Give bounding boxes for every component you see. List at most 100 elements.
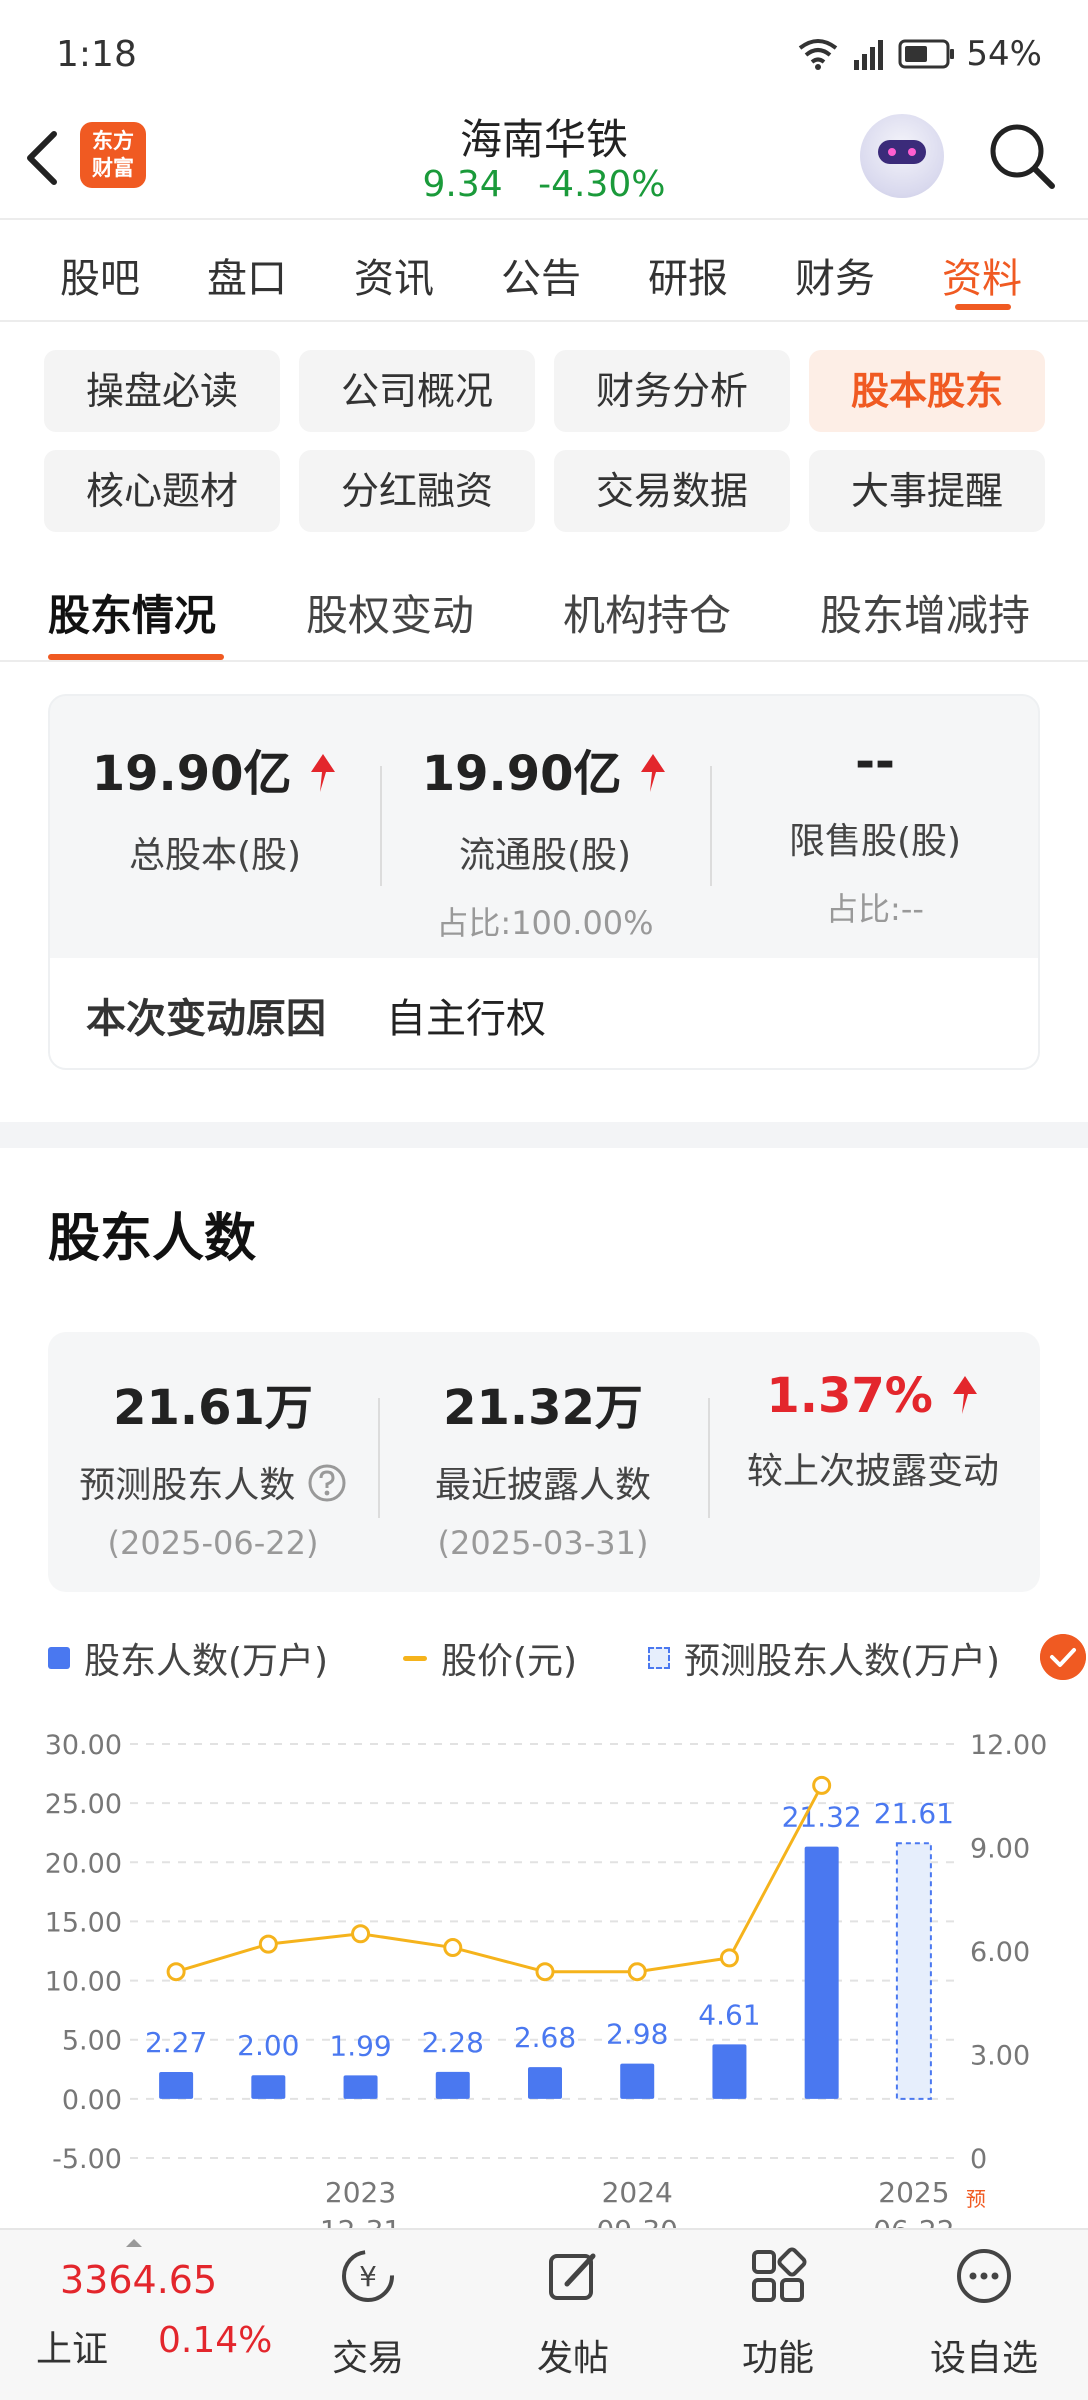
legend-holders-label: 股东人数(万户) (84, 1641, 329, 1682)
search-icon[interactable] (986, 120, 1058, 192)
tab-news[interactable]: 资讯 (354, 246, 434, 304)
circulating-value-row: 19.90亿 (380, 734, 710, 804)
bar-holders (251, 2075, 286, 2099)
checkmark-icon[interactable] (1040, 1634, 1086, 1680)
bar-value-label: 2.28 (422, 2026, 484, 2059)
chip-trading-data[interactable]: 交易数据 (554, 450, 790, 532)
price-point (443, 1938, 463, 1958)
grid-icon (752, 2247, 807, 2302)
y-tick-left: 10.00 (45, 1967, 122, 1998)
x-tick-year: 2025 (878, 2176, 949, 2209)
chip-company-overview[interactable]: 公司概况 (299, 350, 535, 432)
wifi-icon (799, 39, 838, 70)
tab-guba[interactable]: 股吧 (60, 246, 140, 304)
x-tick-year: 2024 (602, 2176, 673, 2209)
total-shares-stat: 19.90亿 总股本(股) (50, 734, 380, 878)
tab-pankou[interactable]: 盘口 (207, 246, 287, 304)
y-tick-right: 3.00 (970, 2041, 1030, 2072)
nav-trade[interactable]: ¥ 交易 (298, 2246, 438, 2381)
nav-functions[interactable]: 功能 (708, 2246, 848, 2381)
chip-must-read[interactable]: 操盘必读 (44, 350, 280, 432)
stock-price: 9.34 (422, 164, 503, 205)
bar-holders (804, 1846, 839, 2099)
svg-text:¥: ¥ (359, 2260, 377, 2293)
edit-icon (549, 2253, 596, 2300)
index-name[interactable]: 上证 (36, 2320, 108, 2372)
legend-holders[interactable]: 股东人数(万户) (48, 1632, 328, 1684)
holder-count-card: 21.61万 预测股东人数 (2025-06-22) 21.32万 最近披露人数… (48, 1332, 1040, 1592)
nav-post[interactable]: 发帖 (503, 2246, 643, 2381)
bar-value-label: 1.99 (329, 2029, 391, 2062)
price-point (166, 1962, 186, 1982)
more-icon (957, 2249, 1011, 2303)
subtab-equity-changes[interactable]: 股权变动 (306, 582, 474, 643)
holders-chart: 30.00 25.00 20.00 15.00 10.00 5.00 0.00 -5.00 12… (45, 1730, 1048, 2242)
legend-forecast[interactable]: 预测股东人数(万户) (648, 1632, 1000, 1684)
index-change[interactable]: 0.14% (158, 2320, 272, 2361)
status-bar: 1:18 54% (0, 0, 1088, 110)
change-reason-label: 本次变动原因 (86, 996, 326, 1042)
section-separator (0, 1122, 1088, 1148)
circulating-ratio: 占比:100.00% (436, 904, 654, 942)
index-value[interactable]: 3364.65 (60, 2258, 217, 2302)
status-right: 54% (798, 34, 1042, 74)
forecast-holders-date: (2025-06-22) (107, 1524, 319, 1562)
forecast-holders-label: 预测股东人数 (79, 1465, 296, 1506)
forecast-holders-value: 21.61万 (113, 1380, 313, 1436)
subtab-shareholders[interactable]: 股东情况 (48, 582, 216, 643)
subtab-institutional-holdings[interactable]: 机构持仓 (563, 582, 731, 643)
price-point (812, 1775, 832, 1795)
y-tick-right: 9.00 (970, 1834, 1030, 1865)
legend-line-swatch (403, 1655, 427, 1661)
subtab-holding-changes[interactable]: 股东增减持 (820, 582, 1030, 643)
bar-value-label: 2.00 (237, 2029, 299, 2062)
latest-holders-stat: 21.32万 最近披露人数 (2025-03-31) (378, 1368, 708, 1562)
assistant-robot-icon[interactable] (860, 114, 944, 198)
nav-functions-label: 功能 (741, 2338, 814, 2379)
y-tick-right: 6.00 (970, 1937, 1030, 1968)
trade-icon: ¥ (342, 2250, 394, 2302)
y-tick-left: 20.00 (45, 1848, 122, 1879)
tab-announcements[interactable]: 公告 (501, 246, 581, 304)
bar-value-label: 2.68 (514, 2021, 576, 2054)
price-point (258, 1934, 278, 1954)
forecast-holders-label-row: 预测股东人数 (48, 1456, 378, 1508)
bar-holders (620, 2063, 655, 2099)
restricted-shares-stat: -- 限售股(股) 占比:-- (710, 734, 1038, 930)
legend-dashed-swatch (648, 1647, 670, 1669)
nav-add-watchlist-label: 设自选 (929, 2338, 1038, 2379)
chip-major-events[interactable]: 大事提醒 (809, 450, 1045, 532)
tab-finance[interactable]: 财务 (795, 246, 875, 304)
circulating-shares-value: 19.90亿 (421, 746, 622, 802)
x-tick-year: 2023 (325, 2176, 396, 2209)
section-title: 股东人数 (48, 1209, 257, 1269)
restricted-shares-label: 限售股(股) (788, 821, 962, 862)
bar-value-label: 21.32 (782, 1801, 862, 1834)
help-icon[interactable] (307, 1463, 347, 1503)
bar-holders (435, 2071, 470, 2099)
forecast-holders-stat: 21.61万 预测股东人数 (2025-06-22) (48, 1368, 378, 1562)
total-shares-label: 总股本(股) (128, 835, 302, 876)
y-tick-left: 25.00 (45, 1789, 122, 1820)
tab-profile[interactable]: 资料 (942, 246, 1022, 304)
header-divider (0, 218, 1088, 220)
battery-percent: 54% (966, 34, 1042, 74)
legend-price[interactable]: 股价(元) (403, 1632, 577, 1684)
nav-add-watchlist[interactable]: 设自选 (914, 2246, 1054, 2381)
chip-core-themes[interactable]: 核心题材 (44, 450, 280, 532)
bottom-nav: 3364.65 上证 0.14% ¥ 交易 发帖 功能 设自选 (0, 2228, 1088, 2400)
tab-research[interactable]: 研报 (648, 246, 728, 304)
bar-value-label: 2.27 (145, 2026, 207, 2059)
y-tick-left: 0.00 (62, 2085, 122, 2116)
chip-financial-analysis[interactable]: 财务分析 (554, 350, 790, 432)
nav-trade-label: 交易 (331, 2338, 404, 2379)
bar-holders (528, 2067, 562, 2099)
holders-change-stat: 1.37% 较上次披露变动 (708, 1368, 1038, 1494)
caret-up-icon (126, 2239, 142, 2247)
chip-shareholders[interactable]: 股本股东 (809, 350, 1045, 432)
chip-dividends-financing[interactable]: 分红融资 (299, 450, 535, 532)
latest-holders-value: 21.32万 (443, 1380, 643, 1436)
holders-change-label: 较上次披露变动 (746, 1451, 999, 1492)
circulating-shares-stat: 19.90亿 流通股(股) 占比:100.00% (380, 734, 710, 944)
legend-price-label: 股价(元) (441, 1641, 578, 1682)
